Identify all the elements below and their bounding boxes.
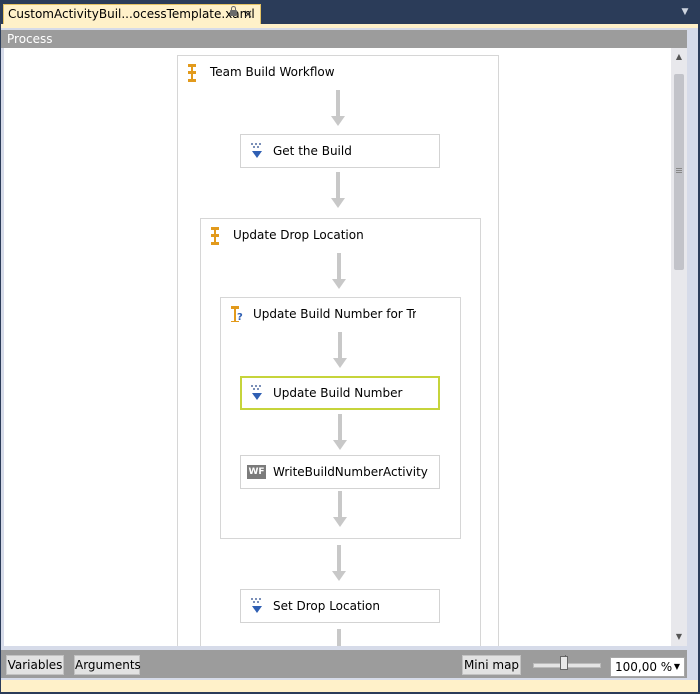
activity-update-build-number[interactable]: Update Build Number xyxy=(240,376,440,410)
connector-arrow xyxy=(332,545,346,581)
connector-arrow xyxy=(331,172,345,208)
activity-set-drop-location[interactable]: Set Drop Location xyxy=(240,589,440,623)
sequence-title: Update Drop Location xyxy=(233,228,364,242)
connector-arrow xyxy=(333,332,347,368)
scroll-down-icon[interactable]: ▼ xyxy=(671,630,687,644)
designer-window: CustomActivityBuil...ocessTemplate.xaml … xyxy=(1,2,698,692)
breadcrumb[interactable]: Process xyxy=(1,30,687,48)
zoom-level-select[interactable]: 100,00 % ▼ xyxy=(610,657,685,677)
grip-icon xyxy=(676,168,682,169)
document-tab-title: CustomActivityBuil...ocessTemplate.xaml xyxy=(8,7,255,21)
activity-get-the-build[interactable]: Get the Build xyxy=(240,134,440,168)
activity-label: WriteBuildNumberActivity xyxy=(273,465,428,479)
assign-activity-icon xyxy=(251,143,262,158)
zoom-level-value: 100,00 % xyxy=(615,660,673,674)
if-update-build-number-for-triggered[interactable]: ? Update Build Number for Trigg Update B… xyxy=(220,297,461,539)
root-sequence[interactable]: Team Build Workflow Get the Build Update… xyxy=(177,55,499,646)
sequence-icon xyxy=(188,64,196,82)
status-gold-bar xyxy=(1,680,698,692)
activity-label: Set Drop Location xyxy=(273,599,380,613)
lock-icon xyxy=(230,6,237,16)
arguments-button[interactable]: Arguments xyxy=(74,655,141,675)
root-sequence-title: Team Build Workflow xyxy=(210,65,335,79)
mini-map-button[interactable]: Mini map xyxy=(462,655,521,675)
tab-list-chevron-down-icon[interactable]: ▼ xyxy=(679,6,691,18)
if-header: ? Update Build Number for Trigg xyxy=(231,306,416,322)
vertical-scrollbar[interactable]: ▲ ▼ xyxy=(671,48,687,646)
activity-write-build-number[interactable]: WF WriteBuildNumberActivity xyxy=(240,455,440,489)
chevron-down-icon[interactable]: ▼ xyxy=(674,658,680,676)
zoom-slider-thumb[interactable] xyxy=(560,656,568,670)
wf-activity-icon: WF xyxy=(247,465,266,479)
variables-button[interactable]: Variables xyxy=(6,655,64,675)
workflow-canvas[interactable]: Team Build Workflow Get the Build Update… xyxy=(4,48,671,646)
scrollbar-thumb[interactable] xyxy=(674,74,684,270)
sequence-icon xyxy=(211,227,219,245)
connector-arrow xyxy=(337,629,341,646)
connector-arrow xyxy=(332,253,346,289)
document-tab[interactable]: CustomActivityBuil...ocessTemplate.xaml … xyxy=(3,4,261,24)
document-tab-strip: CustomActivityBuil...ocessTemplate.xaml … xyxy=(1,2,698,24)
connector-arrow xyxy=(331,90,345,126)
activity-label: Update Build Number xyxy=(273,386,403,400)
connector-arrow xyxy=(333,414,347,450)
zoom-slider[interactable] xyxy=(533,654,601,674)
if-title: Update Build Number for Trigg xyxy=(253,307,416,321)
tab-underline xyxy=(1,24,698,28)
if-activity-icon: ? xyxy=(231,306,243,322)
window-edge xyxy=(687,30,698,646)
activity-label: Get the Build xyxy=(273,144,352,158)
assign-activity-icon xyxy=(251,598,262,613)
close-icon[interactable]: × xyxy=(243,5,253,23)
assign-activity-icon xyxy=(251,385,262,400)
connector-arrow xyxy=(333,491,347,527)
sequence-update-drop-location[interactable]: Update Drop Location ? Update Build Numb… xyxy=(200,218,481,646)
breadcrumb-item-process[interactable]: Process xyxy=(7,32,53,46)
scroll-up-icon[interactable]: ▲ xyxy=(671,50,687,64)
svg-text:?: ? xyxy=(237,312,243,322)
